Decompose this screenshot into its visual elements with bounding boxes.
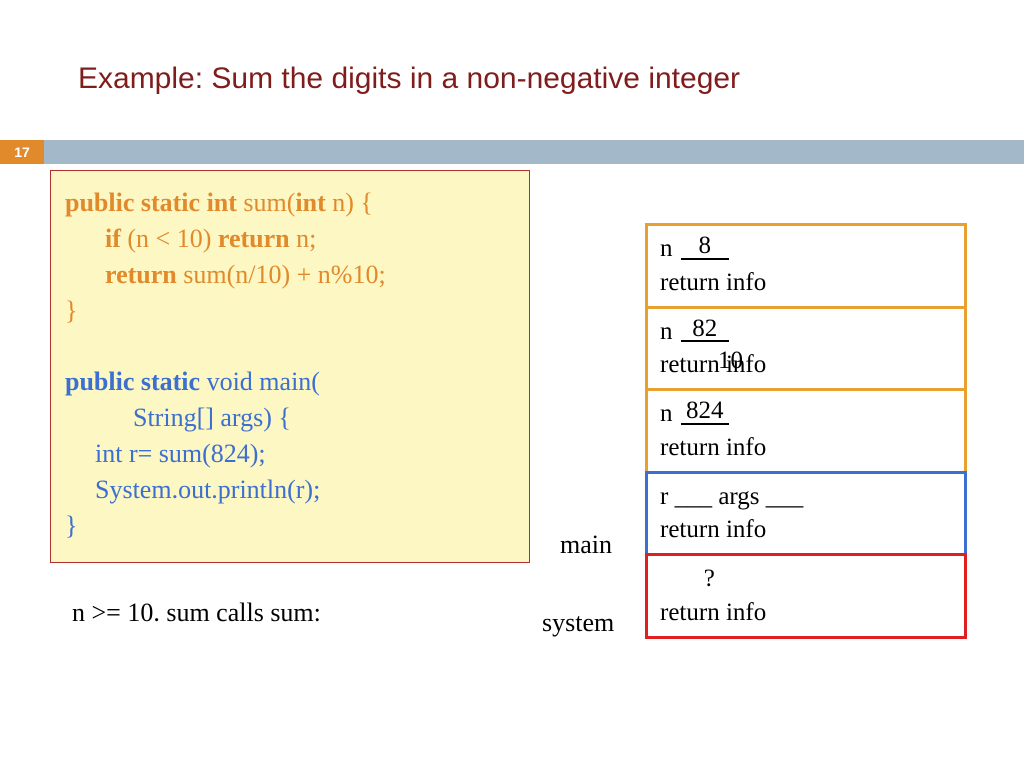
- frame-text: r ___ args ___: [660, 480, 954, 514]
- code-text: return: [218, 224, 290, 253]
- frame-text: return info: [660, 596, 954, 630]
- code-text: (n < 10): [121, 224, 218, 253]
- stack-frame: n 8 return info: [645, 223, 967, 309]
- slide-title: Example: Sum the digits in a non-negativ…: [78, 62, 740, 96]
- code-text: public static: [65, 367, 200, 396]
- code-text: n;: [290, 224, 317, 253]
- code-text: n) {: [326, 188, 373, 217]
- stack-frame: n 824 return info: [645, 388, 967, 474]
- code-text: int r= sum(824);: [65, 436, 517, 472]
- frame-text: ?: [660, 562, 954, 596]
- label-system: system: [542, 608, 614, 638]
- stack-frame: n 82 retur10n info: [645, 306, 967, 392]
- code-text: return: [105, 260, 177, 289]
- stack-frame: ? return info: [645, 553, 967, 639]
- code-block: public static int sum(int n) { if (n < 1…: [50, 170, 530, 563]
- frame-text: return info: [660, 513, 954, 547]
- code-text: if: [105, 224, 121, 253]
- code-text: sum(: [243, 188, 295, 217]
- label-main: main: [560, 530, 612, 560]
- frame-value: 824: [681, 399, 729, 425]
- stack-frame: r ___ args ___ return info: [645, 471, 967, 557]
- frame-text: retur: [660, 351, 707, 378]
- frame-text: return info: [660, 431, 954, 465]
- code-text: }: [65, 508, 517, 544]
- frame-text: n: [660, 318, 679, 345]
- frame-text: n: [660, 235, 679, 262]
- frame-value: 82: [681, 317, 729, 343]
- code-text: sum(n/10) + n%10;: [177, 260, 386, 289]
- code-text: System.out.println(r);: [65, 472, 517, 508]
- frame-overlap-value: 10: [718, 344, 743, 378]
- page-number: 17: [0, 140, 44, 164]
- frame-text: n: [660, 400, 679, 427]
- frame-text: return info: [660, 266, 954, 300]
- header-bar: [0, 140, 1024, 164]
- code-text: int: [295, 188, 325, 217]
- frame-value: 8: [681, 234, 729, 260]
- code-text: public static int: [65, 188, 237, 217]
- call-stack: n 8 return info n 82 retur10n info n 824…: [645, 226, 967, 639]
- code-text: }: [65, 293, 517, 329]
- code-text: void main(: [200, 367, 320, 396]
- note-text: n >= 10. sum calls sum:: [72, 598, 321, 628]
- code-text: String[] args) {: [65, 400, 517, 436]
